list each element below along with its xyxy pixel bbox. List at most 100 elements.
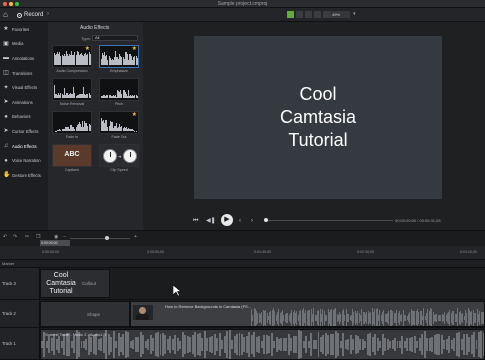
- tick-label: 0:02:30;00: [357, 250, 374, 254]
- audio-clip[interactable]: Summit Taste - Music 2 - Audio1.B: [40, 329, 485, 360]
- track-header[interactable]: Track 3: [0, 268, 40, 299]
- timeline-ruler[interactable]: 0:00:00;00 0:00:50;00 0:01:40;00 0:02:30…: [0, 246, 485, 260]
- effect-tile-audio-compression[interactable]: ★ Audio Compression: [52, 45, 92, 73]
- sidebar-item-gesture-effects[interactable]: ✋ Gesture Effects: [0, 168, 48, 183]
- captions-thumb-text: ABC: [64, 151, 80, 158]
- effect-tile-captions[interactable]: ABC Captions: [52, 144, 92, 172]
- sidebar-item-media[interactable]: ▣ Media: [0, 37, 48, 52]
- marker-row[interactable]: Marker: [0, 260, 485, 268]
- shape-clip[interactable]: Shape: [40, 301, 130, 327]
- sidebar-item-voice-narration[interactable]: ● Voice Narration: [0, 153, 48, 168]
- mic-icon: ●: [4, 157, 8, 164]
- scrub-handle[interactable]: [264, 218, 268, 222]
- previous-icon[interactable]: ‹: [239, 217, 241, 225]
- track-1: Track 1 Summit Taste - Music 2 - Audio1.…: [0, 328, 485, 360]
- crop-icon[interactable]: [305, 11, 312, 18]
- canvas-title-line: Tutorial: [288, 130, 348, 150]
- step-back-icon[interactable]: ⏮: [193, 217, 198, 225]
- gesture-icon: ✋: [3, 172, 11, 179]
- effect-label: Noise Removal: [59, 102, 85, 106]
- type-filter-select[interactable]: All: [92, 35, 138, 41]
- tick-label: 0:03:20;00: [460, 250, 477, 254]
- window-title: Sample project.cmproj: [217, 1, 268, 7]
- effect-label: Audio Compression: [56, 69, 88, 73]
- sidebar-item-annotations[interactable]: ▬ Annotations: [0, 51, 48, 66]
- zoom-select[interactable]: 49%: [330, 11, 350, 18]
- timeline-zoom-slider[interactable]: [70, 238, 130, 239]
- callout-clip[interactable]: Cool Camtasia Tutorial Callout: [40, 269, 110, 298]
- effect-thumbnail: [99, 78, 139, 101]
- effect-thumbnail: ➜: [99, 144, 139, 167]
- layout-icon[interactable]: [323, 11, 330, 18]
- record-label: Record: [24, 12, 44, 18]
- effect-label: Pitch: [115, 102, 123, 106]
- effect-thumbnail: ★: [99, 111, 139, 134]
- effect-tile-emphasize[interactable]: ★ Emphasize: [99, 45, 139, 73]
- sidebar-item-cursor-effects[interactable]: ➤ Cursor Effects: [0, 124, 48, 139]
- transition-icon: ◫: [3, 70, 9, 77]
- panel-title: Audio Effects: [80, 25, 110, 31]
- timeline-zoom-handle[interactable]: [105, 236, 109, 240]
- effect-tile-fade-in[interactable]: Fade In: [52, 111, 92, 139]
- clock-icon: [103, 149, 117, 163]
- waveform: [101, 117, 137, 131]
- sidebar-item-animations[interactable]: ➤ Animations: [0, 95, 48, 110]
- annotation-icon: ▬: [3, 55, 9, 62]
- sidebar-item-transitions[interactable]: ◫ Transitions: [0, 66, 48, 81]
- waveform: [101, 51, 138, 65]
- canvas-tools: [287, 11, 330, 18]
- effect-label: Emphasize: [110, 69, 128, 73]
- redo-icon[interactable]: ↷: [13, 234, 17, 240]
- sidebar-item-behaviors[interactable]: ● Behaviors: [0, 110, 48, 125]
- canvas-title-line: Cool: [299, 84, 337, 104]
- sidebar-item-visual-effects[interactable]: ✦ Visual Effects: [0, 80, 48, 95]
- pan-icon[interactable]: [296, 11, 303, 18]
- animation-icon: ➤: [3, 99, 9, 106]
- edit-mode-icon[interactable]: [287, 11, 294, 18]
- track-header[interactable]: Track 1: [0, 328, 40, 359]
- sidebar-item-audio-effects[interactable]: ♫ Audio Effects: [0, 139, 48, 154]
- canvas-preview[interactable]: Cool Camtasia Tutorial: [194, 36, 442, 199]
- record-button[interactable]: Record: [14, 10, 46, 20]
- audio-effects-panel: Audio Effects Type: All ★ Audio Compress…: [48, 22, 143, 230]
- behavior-icon: ●: [4, 113, 8, 120]
- type-filter-label: Type:: [81, 36, 91, 41]
- cursor-arrow-icon: [173, 285, 182, 297]
- effect-tile-noise-removal[interactable]: Noise Removal: [52, 78, 92, 106]
- cut-icon[interactable]: ✂: [25, 234, 29, 240]
- home-icon[interactable]: ⌂: [3, 11, 11, 19]
- waveform-bar: [89, 95, 91, 98]
- zoom-in-icon[interactable]: +: [134, 234, 137, 240]
- media-icon: ▣: [3, 40, 9, 47]
- chevron-down-icon[interactable]: ▾: [353, 11, 356, 17]
- waveform: [251, 308, 484, 326]
- effect-thumbnail: [52, 111, 92, 134]
- effect-tile-clip-speed[interactable]: ➜ Clip Speed: [99, 144, 139, 172]
- marker-label: Marker: [2, 261, 15, 266]
- waveform-bar: [89, 125, 91, 131]
- fit-icon[interactable]: [314, 11, 321, 18]
- track-header[interactable]: Track 2: [0, 300, 40, 327]
- play-button[interactable]: ▶: [221, 214, 233, 226]
- sidebar-item-favorites[interactable]: ★ Favorites: [0, 22, 48, 37]
- effect-thumbnail: ★: [52, 45, 92, 68]
- clip-type-label: Callout: [82, 281, 97, 286]
- next-icon[interactable]: ›: [251, 217, 253, 225]
- waveform: [41, 330, 484, 359]
- chevron-right-icon[interactable]: ›: [47, 11, 49, 17]
- effect-tile-fade-out[interactable]: ★ Fade Out: [99, 111, 139, 139]
- audio-clip-title: Summit Taste - Music 2 - Audio1.B: [45, 332, 107, 337]
- waveform: [54, 117, 91, 131]
- scrub-bar[interactable]: [265, 220, 393, 221]
- undo-icon[interactable]: ↶: [3, 234, 7, 240]
- video-clip[interactable]: How to Remove Backgrounds in Camtasia (F…: [130, 301, 485, 327]
- callout-thumb-text: Cool Camtasia Tutorial: [46, 272, 76, 295]
- waveform: [54, 84, 91, 98]
- track-3: Track 3 Cool Camtasia Tutorial Callout: [0, 268, 485, 300]
- arrow-right-icon: ➜: [118, 154, 122, 159]
- effect-tile-pitch[interactable]: Pitch: [99, 78, 139, 106]
- rewind-icon[interactable]: ◀❚: [206, 217, 216, 225]
- star-icon: ★: [131, 112, 137, 118]
- effect-thumbnail: ABC: [52, 144, 92, 167]
- record-icon: [17, 12, 22, 18]
